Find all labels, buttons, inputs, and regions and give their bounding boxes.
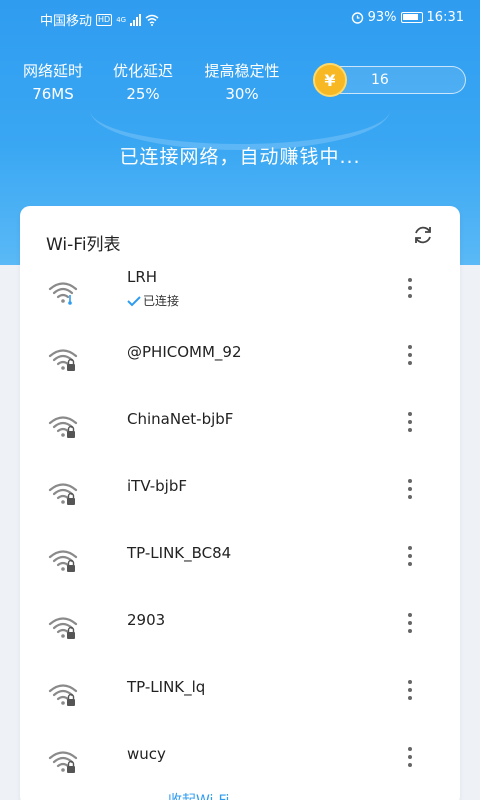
wifi-network-name: 2903 xyxy=(127,611,166,629)
connected-status: 已连接 xyxy=(127,292,179,309)
coin-count: 16 xyxy=(371,72,389,88)
stat-label: 网络延时 xyxy=(22,62,83,80)
stat-value: 76MS xyxy=(32,85,74,103)
wifi-status-icon xyxy=(145,14,159,26)
wifi-locked-icon xyxy=(48,349,78,371)
wifi-network-name: LRH xyxy=(127,268,158,286)
more-options-icon[interactable] xyxy=(404,412,416,436)
stat-optimize-latency: 优化延迟 25% xyxy=(108,60,178,103)
coin-balance[interactable]: ¥ 16 xyxy=(313,63,466,97)
more-options-icon[interactable] xyxy=(404,546,416,570)
wifi-locked-icon xyxy=(48,416,78,438)
hd-badge: HD xyxy=(96,13,113,26)
wifi-locked-icon xyxy=(48,550,78,572)
signal-icon xyxy=(130,13,142,26)
wifi-network-name: TP-LINK_BC84 xyxy=(127,544,232,562)
stat-stability: 提高稳定性 30% xyxy=(200,60,284,103)
battery-icon xyxy=(400,12,423,23)
more-options-icon[interactable] xyxy=(404,747,416,771)
checkmark-icon xyxy=(127,295,141,306)
alarm-icon xyxy=(351,12,363,24)
wifi-locked-icon xyxy=(48,684,78,706)
wifi-network-row[interactable]: 2903 xyxy=(20,601,460,661)
refresh-icon[interactable] xyxy=(412,224,434,246)
wifi-list-card: Wi-Fi列表 LRH 已连接 @PHICOMM_92 ChinaNet-bjbF iT… xyxy=(20,206,460,800)
connected-label: 已连接 xyxy=(143,294,180,308)
wifi-locked-icon xyxy=(48,483,78,505)
more-options-icon[interactable] xyxy=(404,479,416,503)
stat-value: 25% xyxy=(126,85,160,103)
more-options-icon[interactable] xyxy=(404,345,416,369)
wifi-locked-icon xyxy=(48,617,78,639)
status-bar: 中国移动 HD 4G 93% 16:31 xyxy=(0,0,480,36)
wifi-list-title: Wi-Fi列表 xyxy=(46,235,121,255)
wifi-network-row[interactable]: TP-LINK_lq xyxy=(20,668,460,728)
wifi-network-row[interactable]: ChinaNet-bjbF xyxy=(20,400,460,460)
stat-latency: 网络延时 76MS xyxy=(20,60,86,103)
more-options-icon[interactable] xyxy=(404,613,416,637)
battery-percent: 93% xyxy=(367,10,397,25)
more-options-icon[interactable] xyxy=(404,278,416,302)
stat-value: 30% xyxy=(225,85,259,103)
connect-message: 已连接网络，自动赚钱中... xyxy=(119,146,361,168)
collapse-wifi-link[interactable]: 收起Wi-Fi xyxy=(168,790,229,800)
clock-time: 16:31 xyxy=(426,10,464,25)
wifi-icon xyxy=(48,282,78,305)
coin-icon: ¥ xyxy=(313,63,347,97)
wifi-network-name: TP-LINK_lq xyxy=(127,678,206,696)
wifi-locked-icon xyxy=(48,751,78,773)
carrier-name: 中国移动 xyxy=(40,14,93,29)
wifi-network-row[interactable]: iTV-bjbF xyxy=(20,467,460,527)
stat-label: 提高稳定性 xyxy=(204,62,280,80)
wifi-network-row[interactable]: wucy xyxy=(20,735,460,795)
wifi-network-name: ChinaNet-bjbF xyxy=(127,410,234,428)
stat-label: 优化延迟 xyxy=(112,62,173,80)
wifi-network-row[interactable]: TP-LINK_BC84 xyxy=(20,534,460,594)
more-options-icon[interactable] xyxy=(404,680,416,704)
wifi-network-name: wucy xyxy=(127,745,166,763)
wifi-network-name: iTV-bjbF xyxy=(127,477,187,495)
wifi-network-row[interactable]: LRH 已连接 xyxy=(20,266,460,326)
network-stats: 网络延时 76MS 优化延迟 25% 提高稳定性 30% xyxy=(0,60,300,110)
network-type: 4G xyxy=(116,15,127,24)
wifi-network-row[interactable]: @PHICOMM_92 xyxy=(20,333,460,393)
wifi-network-name: @PHICOMM_92 xyxy=(127,343,242,361)
